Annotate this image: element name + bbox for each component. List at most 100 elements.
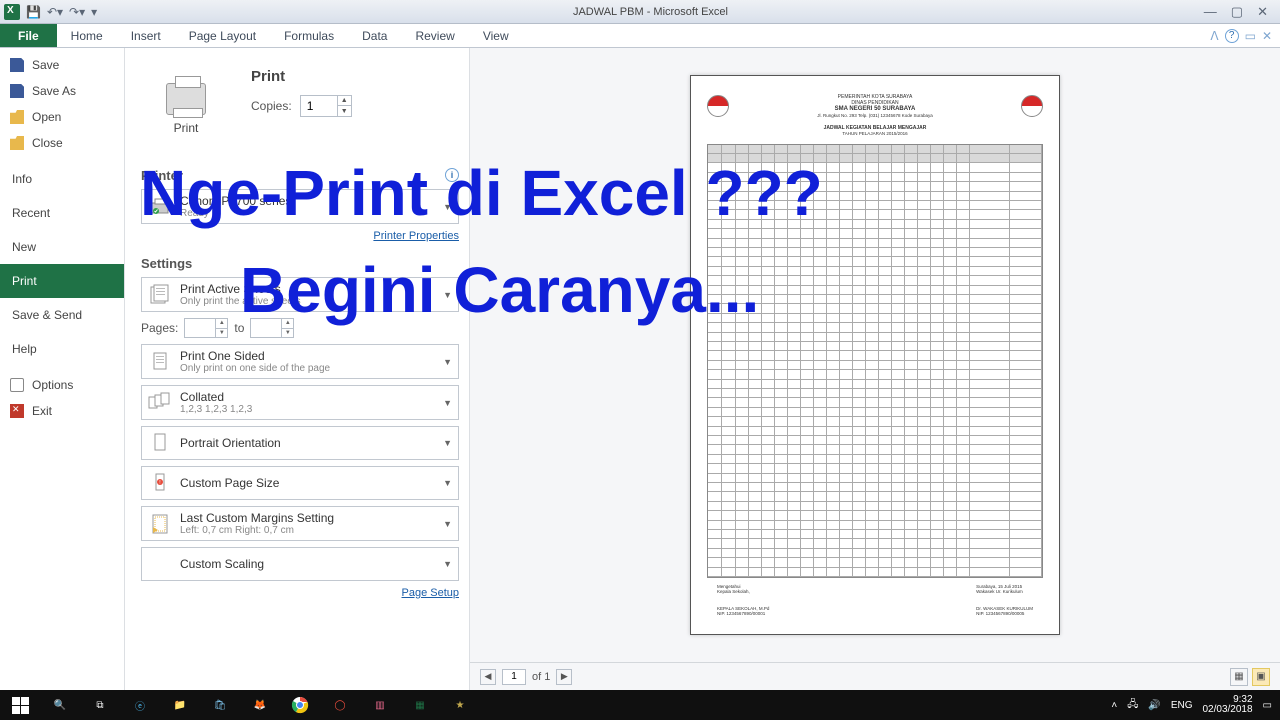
tray-volume-icon[interactable]: 🔊 xyxy=(1148,700,1160,711)
close-button[interactable]: ✕ xyxy=(1257,4,1268,20)
store-icon[interactable]: 🛍 xyxy=(200,690,240,720)
nav-save-send[interactable]: Save & Send xyxy=(0,298,124,332)
save-as-icon xyxy=(10,84,24,98)
nav-help[interactable]: Help xyxy=(0,332,124,366)
tray-notifications-icon[interactable]: ▭ xyxy=(1263,700,1272,711)
minimize-button[interactable]: — xyxy=(1204,4,1217,20)
flag-right-icon xyxy=(1021,95,1043,117)
tray-lang[interactable]: ENG xyxy=(1171,700,1193,711)
nav-recent[interactable]: Recent xyxy=(0,196,124,230)
margins-select[interactable]: Last Custom Margins SettingLeft: 0,7 cm … xyxy=(141,506,459,541)
nav-save-as[interactable]: Save As xyxy=(0,78,124,104)
qat-save-icon[interactable]: 💾 xyxy=(26,5,41,19)
print-button[interactable]: Print xyxy=(141,64,231,154)
pagesize-select[interactable]: ! Custom Page Size ▼ xyxy=(141,466,459,500)
next-page-button[interactable]: ▶ xyxy=(556,669,572,685)
nav-new[interactable]: New xyxy=(0,230,124,264)
file-explorer-icon[interactable]: 📁 xyxy=(160,690,200,720)
nav-print[interactable]: Print xyxy=(0,264,124,298)
app-icon-2[interactable]: ★ xyxy=(440,690,480,720)
printer-properties-link[interactable]: Printer Properties xyxy=(373,230,459,242)
one-sided-icon xyxy=(148,350,172,374)
margins-icon xyxy=(148,512,172,536)
nav-open-label: Open xyxy=(32,110,61,124)
portrait-icon xyxy=(148,431,172,455)
pages-to-input[interactable] xyxy=(251,319,281,337)
open-icon xyxy=(10,110,24,124)
chevron-down-icon: ▼ xyxy=(443,398,452,408)
zoom-to-page-button[interactable]: ▣ xyxy=(1252,668,1270,686)
close-icon xyxy=(10,136,24,150)
printer-info-icon[interactable]: i xyxy=(445,168,459,182)
scaling-select[interactable]: Custom Scaling ▼ xyxy=(141,547,459,581)
pagesize-icon: ! xyxy=(148,471,172,495)
ribbon-tabs: File Home Insert Page Layout Formulas Da… xyxy=(0,24,1280,48)
opera-icon[interactable]: ◯ xyxy=(320,690,360,720)
preview-page: PEMERINTAH KOTA SURABAYA DINAS PENDIDIKA… xyxy=(690,75,1060,635)
preview-grid xyxy=(707,144,1043,578)
edge-icon[interactable]: ⓔ xyxy=(120,690,160,720)
printer-name: Canon iP2700 series xyxy=(180,194,443,208)
taskbar-search-icon[interactable]: 🔍 xyxy=(40,690,80,720)
workbook-close-icon[interactable]: ✕ xyxy=(1262,29,1272,43)
tray-clock[interactable]: 9:32 02/03/2018 xyxy=(1202,695,1252,715)
start-button[interactable] xyxy=(0,690,40,720)
tab-file[interactable]: File xyxy=(0,24,57,47)
backstage-view: Save Save As Open Close Info Recent New … xyxy=(0,48,1280,690)
show-margins-button[interactable]: ▦ xyxy=(1230,668,1248,686)
window-restore-icon[interactable]: ▭ xyxy=(1245,29,1256,43)
copies-up[interactable]: ▲ xyxy=(338,95,351,106)
chrome-icon[interactable] xyxy=(280,690,320,720)
tab-data[interactable]: Data xyxy=(348,24,401,47)
nav-save[interactable]: Save xyxy=(0,52,124,78)
nav-close[interactable]: Close xyxy=(0,130,124,156)
maximize-button[interactable]: ▢ xyxy=(1231,4,1243,20)
firefox-icon[interactable]: 🦊 xyxy=(240,690,280,720)
pages-to-spinner[interactable]: ▲▼ xyxy=(250,318,294,338)
copies-input[interactable] xyxy=(301,99,337,113)
orientation-select[interactable]: Portrait Orientation ▼ xyxy=(141,426,459,460)
chevron-down-icon: ▼ xyxy=(443,290,452,300)
ribbon-minimize-icon[interactable]: ᐱ xyxy=(1210,29,1218,43)
collation-select[interactable]: Collated1,2,3 1,2,3 1,2,3 ▼ xyxy=(141,385,459,420)
nav-exit[interactable]: Exit xyxy=(0,398,124,424)
nav-info[interactable]: Info xyxy=(0,162,124,196)
printer-status-icon xyxy=(148,195,172,219)
print-what-select[interactable]: Print Active SheetsOnly print the active… xyxy=(141,277,459,312)
chevron-down-icon: ▼ xyxy=(443,357,452,367)
tab-insert[interactable]: Insert xyxy=(117,24,175,47)
chevron-down-icon: ▼ xyxy=(443,478,452,488)
help-icon[interactable]: ? xyxy=(1225,29,1239,43)
nav-options[interactable]: Options xyxy=(0,372,124,398)
tray-chevron-icon[interactable]: ˄ xyxy=(1111,700,1117,711)
qat-undo-icon[interactable]: ↶▾ xyxy=(47,5,63,19)
sheets-icon xyxy=(148,283,172,307)
quick-access-toolbar: 💾 ↶▾ ↷▾ ▾ xyxy=(0,4,97,20)
pages-from-spinner[interactable]: ▲▼ xyxy=(184,318,228,338)
tab-page-layout[interactable]: Page Layout xyxy=(175,24,270,47)
title-bar: 💾 ↶▾ ↷▾ ▾ JADWAL PBM - Microsoft Excel —… xyxy=(0,0,1280,24)
sides-select[interactable]: Print One SidedOnly print on one side of… xyxy=(141,344,459,379)
print-preview-area: PEMERINTAH KOTA SURABAYA DINAS PENDIDIKA… xyxy=(470,48,1280,690)
task-view-icon[interactable]: ⧉ xyxy=(80,690,120,720)
printer-select[interactable]: Canon iP2700 series Ready ▼ xyxy=(141,189,459,224)
nav-open[interactable]: Open xyxy=(0,104,124,130)
pages-from-input[interactable] xyxy=(185,319,215,337)
qat-redo-icon[interactable]: ↷▾ xyxy=(69,5,85,19)
prev-page-button[interactable]: ◀ xyxy=(480,669,496,685)
flag-left-icon xyxy=(707,95,729,117)
page-setup-link[interactable]: Page Setup xyxy=(402,587,460,599)
copies-label: Copies: xyxy=(251,99,292,113)
app-icon-1[interactable]: ▥ xyxy=(360,690,400,720)
tab-review[interactable]: Review xyxy=(401,24,468,47)
save-icon xyxy=(10,58,24,72)
copies-spinner[interactable]: ▲▼ xyxy=(300,95,352,117)
chevron-down-icon: ▼ xyxy=(443,202,452,212)
excel-taskbar-icon[interactable]: ▦ xyxy=(400,690,440,720)
tab-home[interactable]: Home xyxy=(57,24,117,47)
page-number-input[interactable] xyxy=(502,669,526,685)
tab-view[interactable]: View xyxy=(469,24,523,47)
tab-formulas[interactable]: Formulas xyxy=(270,24,348,47)
copies-down[interactable]: ▼ xyxy=(338,106,351,117)
tray-network-icon[interactable]: 🖧 xyxy=(1127,697,1138,714)
